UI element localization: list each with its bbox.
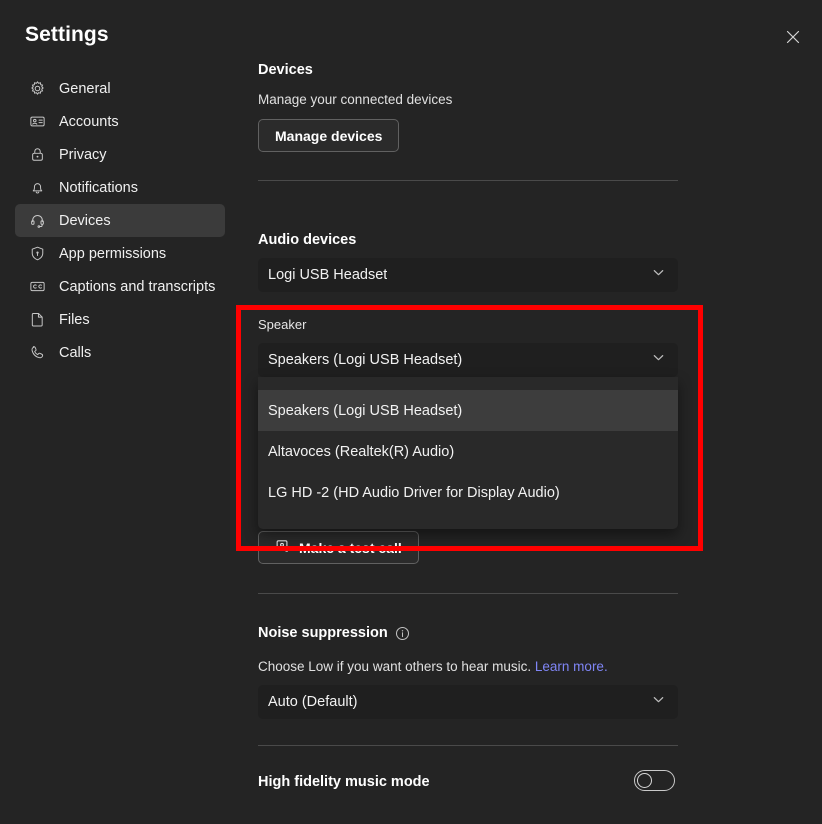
noise-suppression-heading-row: Noise suppression (258, 625, 410, 641)
lock-icon (28, 146, 46, 164)
divider (258, 180, 678, 181)
speaker-option-label: Altavoces (Realtek(R) Audio) (268, 444, 454, 460)
make-test-call-button[interactable]: Make a test call (258, 531, 419, 564)
test-call-icon (275, 538, 291, 557)
sidebar-item-calls[interactable]: Calls (15, 336, 225, 369)
speaker-option-label: Speakers (Logi USB Headset) (268, 403, 462, 419)
closed-caption-icon (28, 278, 46, 296)
info-icon[interactable] (395, 626, 410, 641)
speaker-select[interactable]: Speakers (Logi USB Headset) (258, 343, 678, 377)
phone-icon (28, 344, 46, 362)
sidebar-item-label: App permissions (59, 246, 166, 262)
learn-more-link[interactable]: Learn more. (535, 659, 608, 674)
divider (258, 745, 678, 746)
sidebar-item-app-permissions[interactable]: App permissions (15, 237, 225, 270)
bell-icon (28, 179, 46, 197)
sidebar-item-captions-and-transcripts[interactable]: Captions and transcripts (15, 270, 225, 303)
sidebar-item-label: Accounts (59, 114, 119, 130)
speaker-label: Speaker (258, 317, 306, 332)
audio-devices-select[interactable]: Logi USB Headset (258, 258, 678, 292)
sidebar-item-label: Calls (59, 345, 91, 361)
high-fidelity-heading: High fidelity music mode (258, 774, 430, 790)
sidebar-item-label: General (59, 81, 111, 97)
headset-icon (28, 212, 46, 230)
audio-devices-heading: Audio devices (258, 232, 356, 248)
divider (258, 593, 678, 594)
noise-suppression-heading: Noise suppression (258, 625, 388, 641)
speaker-option[interactable]: Altavoces (Realtek(R) Audio) (258, 431, 678, 472)
sidebar-item-accounts[interactable]: Accounts (15, 105, 225, 138)
page-title: Settings (25, 23, 109, 47)
contact-card-icon (28, 113, 46, 131)
chevron-down-icon (651, 350, 666, 370)
speaker-option-label: LG HD -2 (HD Audio Driver for Display Au… (268, 485, 560, 501)
file-icon (28, 311, 46, 329)
manage-devices-label: Manage devices (275, 128, 382, 144)
shield-icon (28, 245, 46, 263)
sidebar-item-label: Privacy (59, 147, 107, 163)
noise-suppression-description-text: Choose Low if you want others to hear mu… (258, 659, 531, 674)
noise-suppression-select[interactable]: Auto (Default) (258, 685, 678, 719)
noise-suppression-value: Auto (Default) (258, 694, 357, 710)
sidebar-item-label: Captions and transcripts (59, 279, 215, 295)
close-button[interactable] (776, 21, 810, 53)
settings-window: Settings General (0, 0, 822, 824)
close-icon (785, 29, 801, 45)
gear-icon (28, 80, 46, 98)
sidebar-item-files[interactable]: Files (15, 303, 225, 336)
noise-suppression-description: Choose Low if you want others to hear mu… (258, 659, 608, 674)
devices-description: Manage your connected devices (258, 92, 452, 107)
sidebar-item-devices[interactable]: Devices (15, 204, 225, 237)
speaker-option[interactable]: Speakers (Logi USB Headset) (258, 390, 678, 431)
chevron-down-icon (651, 692, 666, 712)
make-test-call-label: Make a test call (299, 540, 402, 556)
chevron-down-icon (651, 265, 666, 285)
audio-devices-value: Logi USB Headset (258, 267, 387, 283)
settings-sidebar: General Accounts Privacy (0, 72, 236, 369)
sidebar-item-label: Files (59, 312, 90, 328)
manage-devices-button[interactable]: Manage devices (258, 119, 399, 152)
sidebar-item-label: Devices (59, 213, 111, 229)
speaker-dropdown-list: Speakers (Logi USB Headset) Altavoces (R… (258, 377, 678, 529)
speaker-value: Speakers (Logi USB Headset) (258, 352, 462, 368)
sidebar-item-privacy[interactable]: Privacy (15, 138, 225, 171)
sidebar-item-label: Notifications (59, 180, 138, 196)
sidebar-item-general[interactable]: General (15, 72, 225, 105)
high-fidelity-toggle[interactable] (634, 770, 675, 791)
toggle-knob (637, 773, 652, 788)
speaker-option[interactable]: LG HD -2 (HD Audio Driver for Display Au… (258, 472, 678, 513)
devices-heading: Devices (258, 62, 313, 78)
sidebar-item-notifications[interactable]: Notifications (15, 171, 225, 204)
